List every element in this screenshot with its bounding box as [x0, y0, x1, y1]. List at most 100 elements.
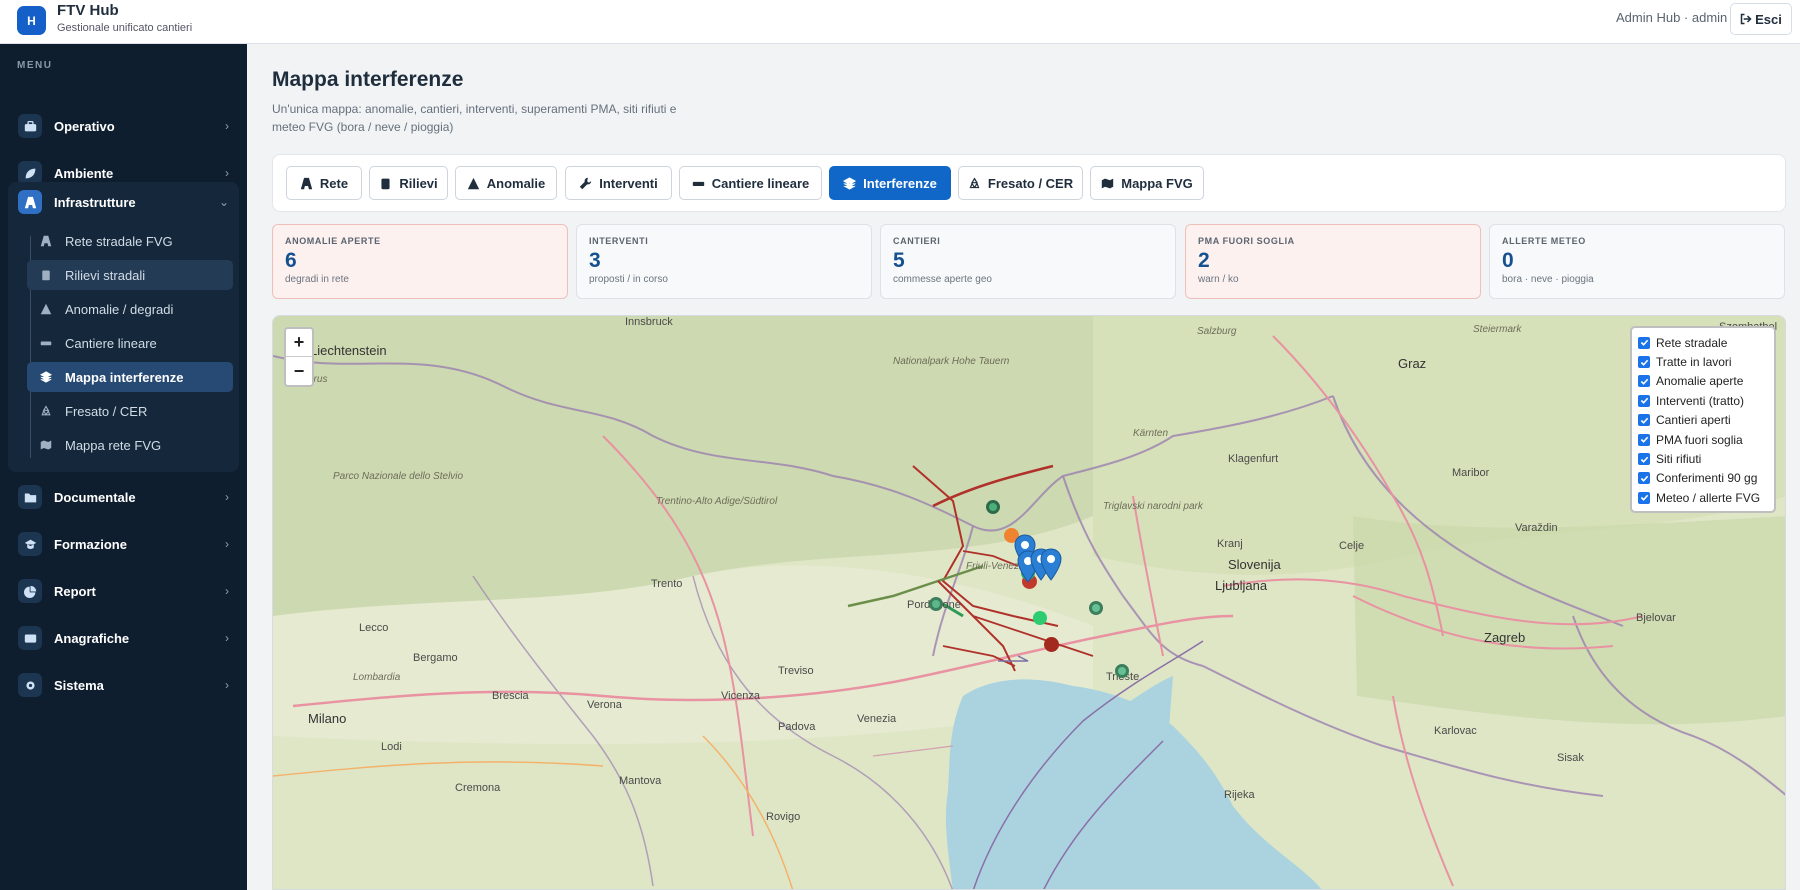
checkbox-checked-icon[interactable] — [1638, 375, 1650, 388]
subitem-label: Mappa rete FVG — [65, 437, 162, 453]
place-label: Mantova — [619, 775, 662, 787]
place-label: Klagenfurt — [1228, 453, 1279, 465]
place-label: Salzburg — [1197, 326, 1237, 337]
layer-toggle-cantieri[interactable]: Cantieri aperti — [1638, 411, 1768, 430]
stat-label: INTERVENTI — [589, 236, 649, 246]
cantiere-marker[interactable] — [1115, 664, 1129, 678]
layer-toggle-conferimenti[interactable]: Conferimenti 90 gg — [1638, 469, 1768, 488]
place-label: Cremona — [455, 782, 501, 794]
place-label: Maribor — [1452, 467, 1490, 479]
checkbox-checked-icon[interactable] — [1638, 394, 1650, 407]
layers-icon — [39, 370, 53, 384]
tab-label: Rete — [319, 175, 349, 191]
chevron-right-icon: › — [225, 166, 229, 180]
chevron-right-icon: › — [225, 584, 229, 598]
tab-mappa-fvg[interactable]: Mappa FVG — [1090, 166, 1204, 200]
place-label: Kranj — [1217, 538, 1243, 550]
tab-interventi[interactable]: Interventi — [565, 166, 672, 200]
checkbox-checked-icon[interactable] — [1638, 414, 1650, 427]
clipboard-icon — [39, 268, 53, 282]
top-bar: H FTV Hub Gestionale unificato cantieri … — [0, 0, 1800, 44]
sidebar-item-formazione[interactable]: Formazione › — [8, 524, 239, 564]
layer-toggle-pma[interactable]: PMA fuori soglia — [1638, 430, 1768, 449]
stat-card-cantieri: CANTIERI 5 commesse aperte geo — [880, 224, 1176, 299]
cantiere-marker[interactable] — [929, 597, 943, 611]
sidebar-item-anagrafiche[interactable]: Anagrafiche › — [8, 618, 239, 658]
stat-card-meteo: ALLERTE METEO 0 bora · neve · pioggia — [1489, 224, 1785, 299]
ruler-icon — [692, 181, 704, 186]
place-label: Lodi — [381, 741, 402, 753]
graduation-cap-icon — [18, 532, 42, 556]
sidebar-item-documentale[interactable]: Documentale › — [8, 477, 239, 517]
checkbox-checked-icon[interactable] — [1638, 453, 1650, 466]
sidebar-group-infrastrutture: Infrastrutture ⌄ Rete stradale FVG Rilie… — [8, 182, 239, 472]
intervento-pin-icon[interactable] — [1040, 548, 1062, 582]
place-label: Rijeka — [1224, 789, 1255, 801]
logout-button[interactable]: Esci — [1730, 3, 1792, 35]
sidebar-subitem-mappa-rete[interactable]: Mappa rete FVG — [27, 430, 233, 460]
sidebar-item-sistema[interactable]: Sistema › — [8, 665, 239, 705]
id-card-icon — [18, 626, 42, 650]
tab-rilievi[interactable]: Rilievi — [369, 166, 448, 200]
checkbox-checked-icon[interactable] — [1638, 356, 1650, 369]
sito-rifiuti-marker[interactable] — [1033, 611, 1047, 625]
tab-cantiere-lineare[interactable]: Cantiere lineare — [679, 166, 822, 200]
layer-label: Siti rifiuti — [1656, 452, 1702, 467]
tab-label: Interventi — [599, 175, 658, 191]
layer-toggle-meteo[interactable]: Meteo / allerte FVG — [1638, 488, 1768, 507]
sidebar-subitem-anomalie[interactable]: Anomalie / degradi — [27, 294, 233, 324]
sidebar-item-label: Formazione — [54, 536, 127, 552]
sidebar-subitem-rilievi[interactable]: Rilievi stradali — [27, 260, 233, 290]
tab-interferenze[interactable]: Interferenze — [829, 166, 951, 200]
stat-card-interventi: INTERVENTI 3 proposti / in corso — [576, 224, 872, 299]
layer-toggle-anomalie[interactable]: Anomalie aperte — [1638, 372, 1768, 391]
zoom-in-button[interactable]: + — [286, 329, 312, 357]
layer-toggle-tratte-lavori[interactable]: Tratte in lavori — [1638, 352, 1768, 371]
place-label: Liechtenstein — [310, 343, 387, 358]
tab-fresato[interactable]: Fresato / CER — [958, 166, 1083, 200]
zoom-out-button[interactable]: − — [286, 357, 312, 385]
place-label: Sisak — [1557, 752, 1584, 764]
place-label: Zagreb — [1484, 630, 1526, 645]
road-icon — [39, 234, 53, 248]
layer-label: Cantieri aperti — [1656, 413, 1731, 428]
checkbox-checked-icon[interactable] — [1638, 336, 1650, 349]
tab-rete[interactable]: Rete — [286, 166, 362, 200]
checkbox-checked-icon[interactable] — [1638, 433, 1650, 446]
briefcase-icon — [18, 114, 42, 138]
sidebar-item-operativo[interactable]: Operativo › — [8, 106, 239, 146]
pma-marker[interactable] — [1044, 637, 1059, 652]
sidebar-item-infrastrutture[interactable]: Infrastrutture ⌄ — [8, 182, 239, 222]
pie-chart-icon — [18, 579, 42, 603]
layers-icon — [843, 176, 857, 190]
sidebar-subitem-cantiere-lineare[interactable]: Cantiere lineare — [27, 328, 233, 358]
cantiere-marker[interactable] — [986, 500, 1000, 514]
layer-toggle-rete-stradale[interactable]: Rete stradale — [1638, 333, 1768, 352]
cantiere-marker[interactable] — [1089, 601, 1103, 615]
chevron-right-icon: › — [225, 119, 229, 133]
place-label: Lombardia — [353, 672, 401, 683]
layer-label: Interventi (tratto) — [1656, 393, 1745, 408]
chevron-down-icon: ⌄ — [218, 195, 229, 209]
checkbox-checked-icon[interactable] — [1638, 491, 1650, 504]
sidebar-item-report[interactable]: Report › — [8, 571, 239, 611]
chevron-right-icon: › — [225, 631, 229, 645]
sidebar-item-label: Documentale — [54, 489, 136, 505]
checkbox-checked-icon[interactable] — [1638, 472, 1650, 485]
subitem-label: Mappa interferenze — [65, 369, 184, 385]
chevron-right-icon: › — [225, 678, 229, 692]
app-logo[interactable]: H — [17, 6, 46, 35]
map-tiles[interactable] — [273, 316, 1786, 890]
layer-label: Tratte in lavori — [1656, 355, 1732, 370]
sidebar-subitem-rete-stradale[interactable]: Rete stradale FVG — [27, 226, 233, 256]
subitem-label: Fresato / CER — [65, 403, 148, 419]
layer-label: Meteo / allerte FVG — [1656, 490, 1761, 505]
place-label: Varaždin — [1515, 522, 1558, 534]
sidebar-subitem-mappa-interferenze[interactable]: Mappa interferenze — [27, 362, 233, 392]
sidebar-subitem-fresato[interactable]: Fresato / CER — [27, 396, 233, 426]
interference-map[interactable]: Innsbruck Liechtenstein Glarus Nationalp… — [272, 315, 1786, 890]
chevron-right-icon: › — [225, 490, 229, 504]
layer-toggle-siti-rifiuti[interactable]: Siti rifiuti — [1638, 449, 1768, 468]
tab-anomalie[interactable]: Anomalie — [455, 166, 557, 200]
layer-toggle-interventi[interactable]: Interventi (tratto) — [1638, 391, 1768, 410]
